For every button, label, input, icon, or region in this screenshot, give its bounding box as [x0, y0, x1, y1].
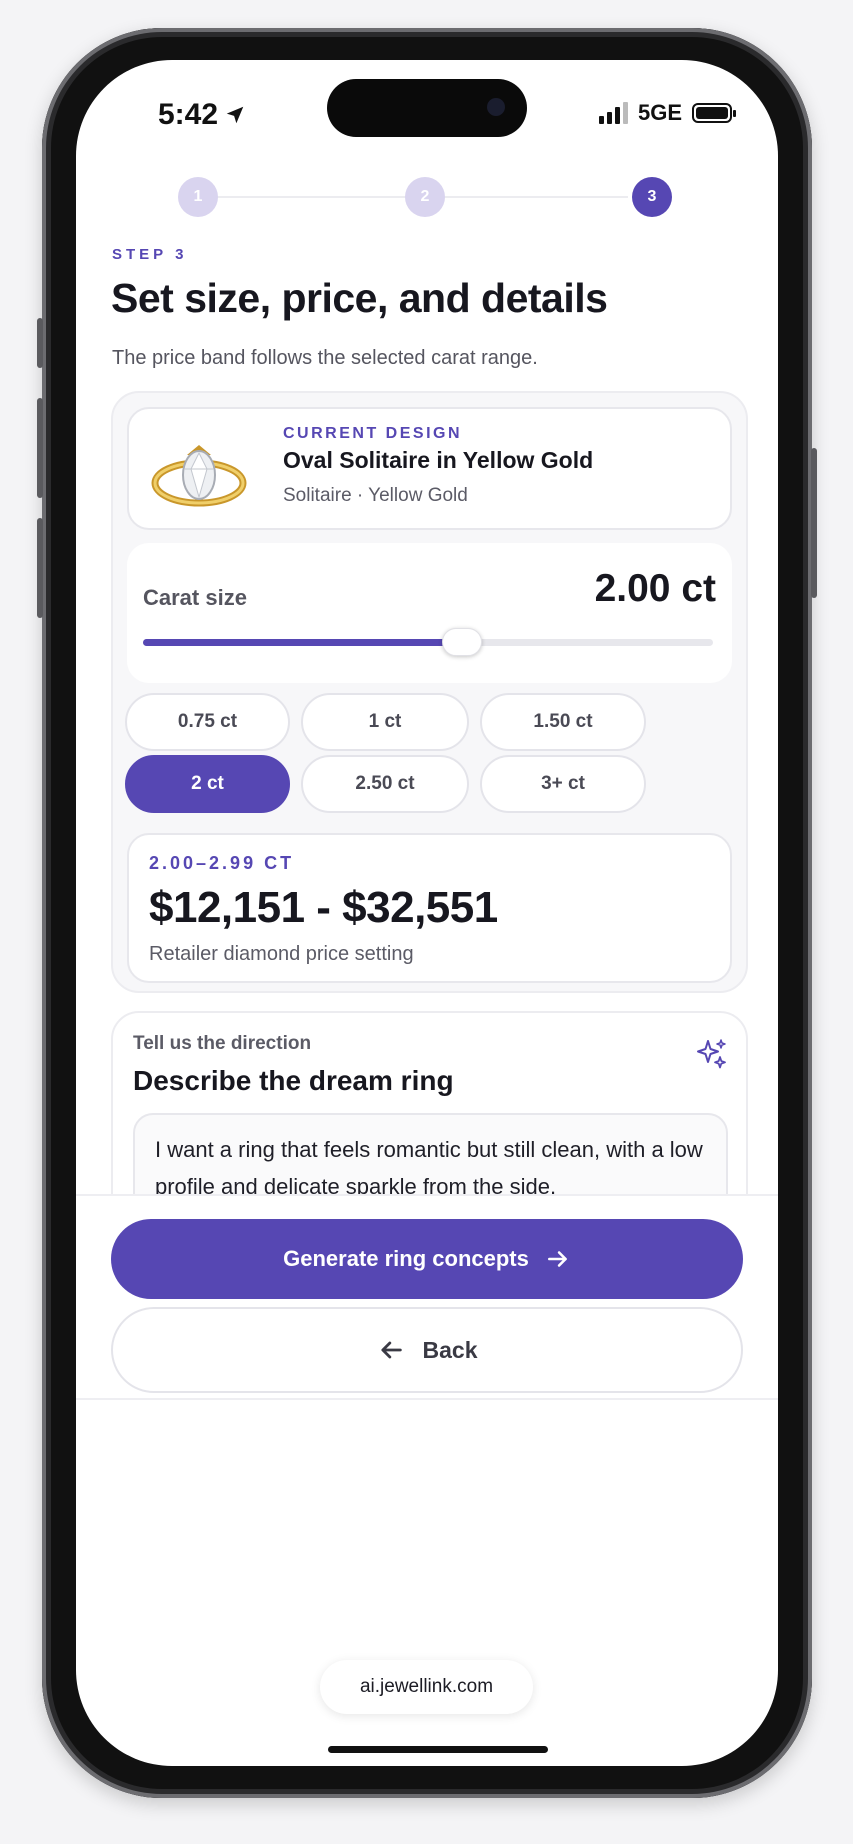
- step-3-label: 3: [647, 188, 657, 205]
- battery-icon: [692, 103, 736, 123]
- side-button-volume-down: [37, 518, 43, 618]
- generate-concepts-button[interactable]: Generate ring concepts: [111, 1219, 743, 1299]
- network-label: 5GE: [637, 100, 682, 125]
- camera-icon: [487, 98, 505, 116]
- carat-chip-1-50[interactable]: 1.50 ct: [480, 693, 646, 751]
- carat-chip-label: 2.50 ct: [355, 773, 415, 794]
- carat-chip-label: 1 ct: [368, 711, 402, 732]
- carat-chip-label: 2 ct: [191, 773, 224, 794]
- carat-slider-thumb[interactable]: [442, 628, 483, 656]
- page-subtitle: The price band follows the selected cara…: [112, 347, 538, 369]
- generate-concepts-label: Generate ring concepts: [283, 1246, 529, 1271]
- side-button-power: [811, 448, 817, 598]
- side-button-volume-up: [37, 398, 43, 498]
- prompt-eyebrow: Tell us the direction: [133, 1033, 312, 1054]
- price-range: $12,151 - $32,551: [149, 883, 498, 932]
- design-name: Oval Solitaire in Yellow Gold: [283, 447, 594, 473]
- sparkle-icon[interactable]: [694, 1037, 728, 1071]
- current-design-card[interactable]: CURRENT DESIGN Oval Solitaire in Yellow …: [127, 407, 732, 530]
- prompt-title: Describe the dream ring: [133, 1065, 454, 1096]
- carat-chip-1[interactable]: 1 ct: [301, 693, 469, 751]
- signal-icon: [598, 102, 628, 124]
- back-button[interactable]: Back: [111, 1307, 743, 1393]
- carat-chip-2-50[interactable]: 2.50 ct: [301, 755, 469, 813]
- carat-chip-label: 1.50 ct: [533, 711, 593, 732]
- carat-chip-2[interactable]: 2 ct: [125, 755, 290, 813]
- step-2-dot[interactable]: 2: [405, 177, 445, 217]
- carat-chip-label: 0.75 ct: [177, 711, 238, 732]
- price-note: Retailer diamond price setting: [149, 943, 414, 965]
- step-1-label: 1: [193, 188, 203, 205]
- design-eyebrow: CURRENT DESIGN: [283, 425, 463, 442]
- carat-chip-3-plus[interactable]: 3+ ct: [480, 755, 646, 813]
- ring-thumbnail: [151, 445, 247, 507]
- progress-stepper: 1 2 3: [178, 177, 672, 217]
- price-band-label: 2.00–2.99 CT: [149, 853, 295, 873]
- carat-size-value: 2.00 ct: [594, 567, 716, 610]
- design-meta: Solitaire · Yellow Gold: [283, 485, 468, 506]
- back-label: Back: [422, 1336, 478, 1363]
- status-icons: 5GE: [598, 100, 736, 126]
- action-bar: Generate ring concepts Back: [76, 1194, 778, 1400]
- browser-url-bar[interactable]: ai.jewellink.com: [320, 1660, 533, 1714]
- arrow-left-icon: [380, 1341, 402, 1359]
- step-3-dot[interactable]: 3: [632, 177, 672, 217]
- status-time-label: 5:42: [158, 98, 219, 131]
- status-time: 5:42: [158, 98, 246, 132]
- carat-size-label: Carat size: [143, 585, 247, 610]
- carat-chip-0-75[interactable]: 0.75 ct: [125, 693, 290, 751]
- arrow-right-icon: [547, 1251, 567, 1267]
- carat-chip-label: 3+ ct: [541, 773, 585, 794]
- carat-slider-fill: [143, 639, 463, 646]
- side-button-action: [37, 318, 43, 368]
- location-arrow-icon: [226, 106, 244, 124]
- carat-slider[interactable]: [143, 628, 713, 656]
- size-price-panel: CURRENT DESIGN Oval Solitaire in Yellow …: [111, 391, 748, 993]
- step-1-dot[interactable]: 1: [178, 177, 218, 217]
- page-title: Set size, price, and details: [111, 275, 608, 321]
- price-band-card: 2.00–2.99 CT $12,151 - $32,551 Retailer …: [127, 833, 732, 983]
- app-screen: 5:42 5GE 1 2 3 STEP 3 Set size, price, a…: [76, 60, 778, 1766]
- step-eyebrow: STEP 3: [112, 246, 188, 263]
- carat-size-card: Carat size 2.00 ct: [127, 543, 732, 683]
- home-indicator[interactable]: [328, 1746, 548, 1753]
- dynamic-island: [327, 79, 527, 137]
- step-2-label: 2: [420, 188, 430, 205]
